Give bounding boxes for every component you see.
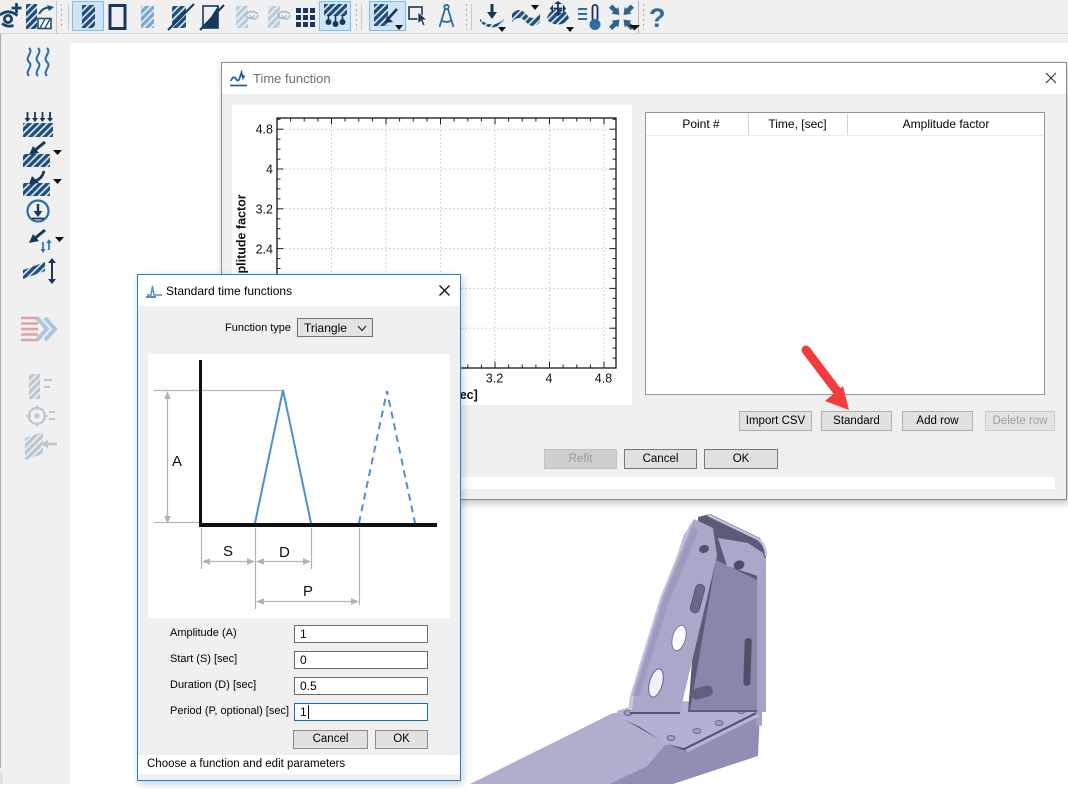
svg-text:3.2: 3.2 (256, 203, 273, 217)
svg-text:A: A (172, 453, 182, 470)
svg-text:4.8: 4.8 (256, 123, 273, 137)
svg-text:P: P (303, 583, 313, 600)
svg-text:4: 4 (266, 163, 273, 177)
svg-text:2.4: 2.4 (256, 243, 273, 257)
svg-text:4.8: 4.8 (595, 372, 612, 386)
svg-text:?: ? (649, 3, 666, 33)
svg-text:D: D (279, 544, 290, 561)
svg-text:S: S (223, 543, 233, 560)
svg-text:4: 4 (546, 372, 553, 386)
svg-text:3.2: 3.2 (486, 372, 503, 386)
